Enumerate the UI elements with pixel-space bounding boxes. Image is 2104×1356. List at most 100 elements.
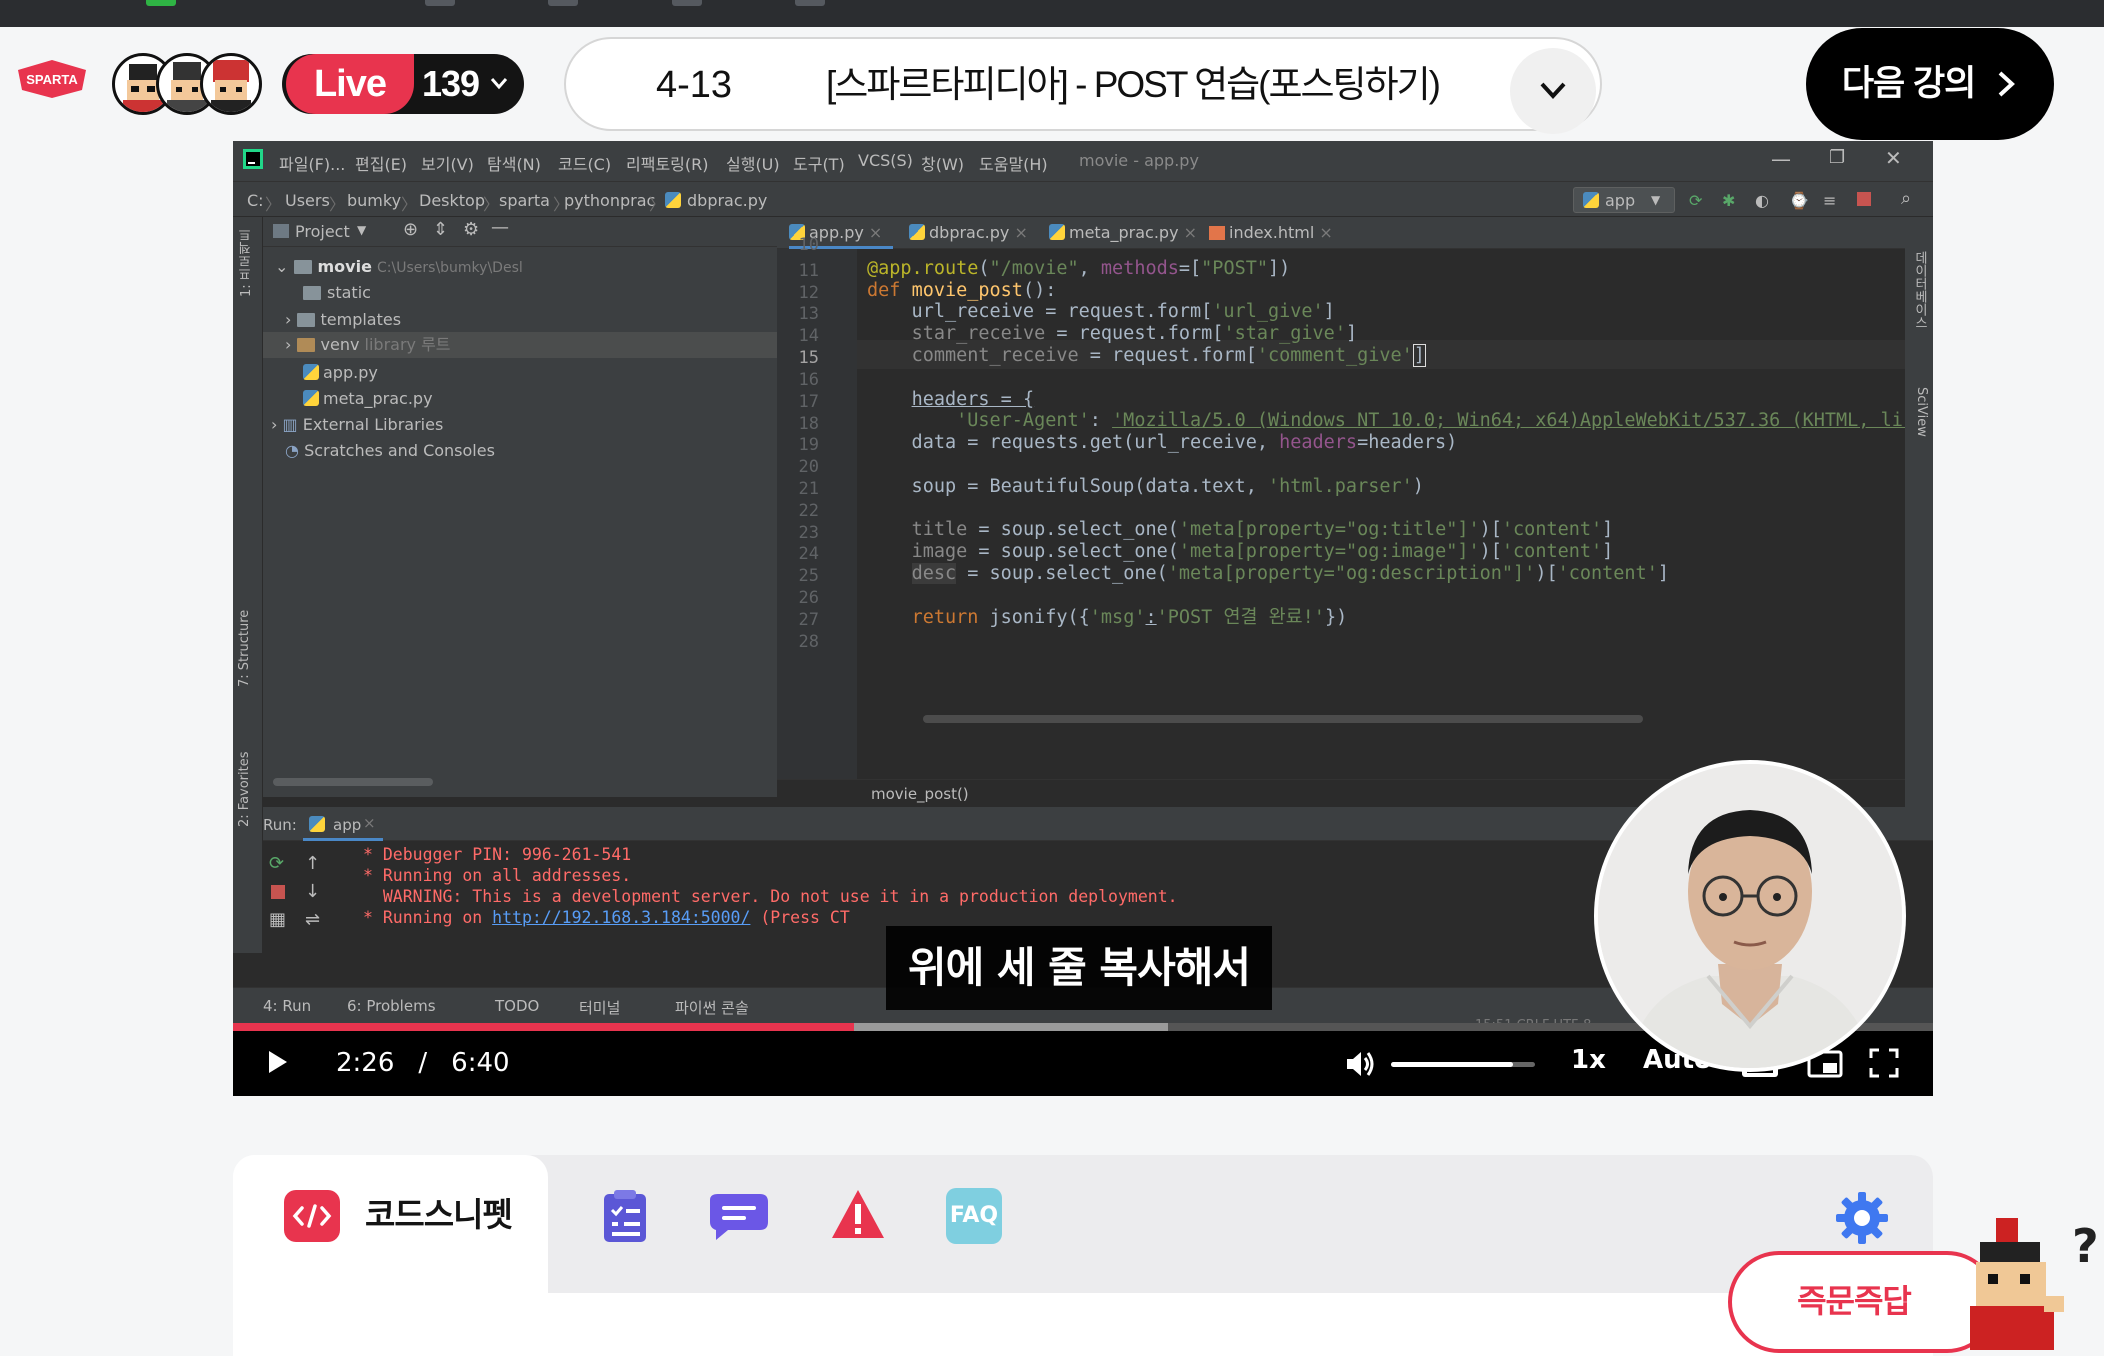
menu-run[interactable]: 실행(U) xyxy=(726,151,780,175)
tree-item-scratches[interactable]: ◔ Scratches and Consoles xyxy=(285,441,495,460)
top-indicator xyxy=(425,0,455,6)
wrap-icon[interactable]: ⇌ xyxy=(305,905,320,934)
gear-icon[interactable] xyxy=(1834,1190,1890,1246)
stop-icon[interactable] xyxy=(271,885,285,899)
menu-refactor[interactable]: 리팩토링(R) xyxy=(626,151,708,175)
tree-item-movie[interactable]: ⌄ movie C:\Users\bumky\Desl xyxy=(275,257,523,276)
menu-window[interactable]: 창(W) xyxy=(921,151,964,175)
minimize-icon[interactable]: — xyxy=(1771,147,1791,171)
menu-tools[interactable]: 도구(T) xyxy=(793,151,845,175)
menu-help[interactable]: 도움말(H) xyxy=(979,151,1048,175)
rerun-icon[interactable]: ⟳ xyxy=(1689,191,1702,210)
caret-down-icon[interactable]: ▼ xyxy=(357,223,366,237)
tree-item-venv[interactable]: › venv library 루트 xyxy=(263,332,777,358)
horizontal-scrollbar[interactable] xyxy=(273,778,433,786)
project-view-label[interactable]: Project xyxy=(295,222,350,241)
function-breadcrumb[interactable]: movie_post() xyxy=(871,785,969,803)
restore-icon[interactable]: ❐ xyxy=(1829,147,1845,168)
tree-item-templates[interactable]: › templates xyxy=(285,310,401,329)
folder-icon xyxy=(303,286,321,300)
next-lecture-button[interactable]: 다음 강의 xyxy=(1806,28,2054,140)
code-line: desc = soup.select_one('meta[property="o… xyxy=(911,563,1669,584)
tab-index-html[interactable]: index.html × xyxy=(1209,217,1333,249)
warning-icon[interactable] xyxy=(830,1188,886,1240)
coverage-icon[interactable]: ◐ xyxy=(1755,191,1769,210)
lecture-dropdown-button[interactable] xyxy=(1510,48,1596,134)
server-link[interactable]: http://192.168.3.184:5000/ xyxy=(492,908,750,927)
status-tab-python-console[interactable]: 파이썬 콘솔 xyxy=(675,997,749,1018)
path-segment[interactable]: sparta xyxy=(499,191,550,210)
database-tool-tab[interactable]: 데이터베이스 xyxy=(1909,251,1929,371)
tree-item-external-libraries[interactable]: › ▥ External Libraries xyxy=(271,415,443,434)
hide-icon[interactable]: — xyxy=(491,217,509,238)
tree-item-app-py[interactable]: app.py xyxy=(303,363,378,382)
html-file-icon xyxy=(1209,226,1225,240)
volume-slider[interactable] xyxy=(1391,1062,1535,1067)
close-tab-icon[interactable]: × xyxy=(1184,223,1197,242)
menu-edit[interactable]: 편집(E) xyxy=(355,151,407,175)
sciview-tool-tab[interactable]: SciView xyxy=(1909,387,1929,467)
status-tab-terminal[interactable]: 터미널 xyxy=(579,997,620,1018)
tree-label: static xyxy=(327,283,371,302)
fullscreen-icon[interactable] xyxy=(1869,1048,1899,1082)
play-icon[interactable] xyxy=(267,1049,289,1079)
close-icon[interactable]: ✕ xyxy=(1885,146,1902,170)
svg-text:SPARTA: SPARTA xyxy=(26,72,78,87)
build-icon[interactable]: ≡ xyxy=(1823,191,1836,210)
tab-meta-prac[interactable]: meta_prac.py × xyxy=(1049,217,1197,249)
chevron-down-icon[interactable] xyxy=(488,72,510,94)
search-icon[interactable]: ⌕ xyxy=(1901,188,1911,209)
tree-path: C:\Users\bumky\Desl xyxy=(377,260,523,276)
tab-label: dbprac.py xyxy=(929,223,1010,242)
stop-icon[interactable] xyxy=(1857,192,1871,206)
profile-icon[interactable]: ⌚ xyxy=(1789,191,1809,210)
chat-icon[interactable] xyxy=(706,1192,772,1244)
duration: 6:40 xyxy=(451,1048,510,1078)
menu-code[interactable]: 코드(C) xyxy=(558,151,611,175)
sparta-logo[interactable]: SPARTA xyxy=(12,56,92,102)
structure-tool-tab[interactable]: 7: Structure xyxy=(237,597,259,687)
menu-navigate[interactable]: 탐색(N) xyxy=(487,151,541,175)
notes-icon[interactable] xyxy=(602,1190,648,1244)
close-tab-icon[interactable]: × xyxy=(869,223,882,242)
layout-icon[interactable]: ▦ xyxy=(269,905,286,934)
tree-label: templates xyxy=(320,310,402,329)
locate-icon[interactable]: ⊕ xyxy=(403,219,418,240)
collapse-icon[interactable]: ⇕ xyxy=(433,219,448,240)
path-segment[interactable]: Desktop xyxy=(419,191,485,210)
menu-vcs[interactable]: VCS(S) xyxy=(858,151,913,170)
project-tool-tab[interactable]: 1: 프로젝트 xyxy=(237,227,259,297)
folder-icon xyxy=(296,313,315,327)
gear-icon[interactable]: ⚙ xyxy=(463,219,479,240)
played-bar xyxy=(233,1023,854,1031)
status-tab-problems[interactable]: 6: Problems xyxy=(347,997,436,1015)
path-segment[interactable]: C: xyxy=(247,191,264,210)
close-tab-icon[interactable]: × xyxy=(1319,223,1332,242)
menu-view[interactable]: 보기(V) xyxy=(421,151,474,175)
tree-item-meta-prac[interactable]: meta_prac.py xyxy=(303,389,433,408)
code-editor[interactable]: @app.route("/movie", methods=["POST"]) d… xyxy=(857,249,1933,779)
playback-speed[interactable]: 1x xyxy=(1571,1045,1606,1075)
path-segment[interactable]: Users xyxy=(285,191,330,210)
path-segment[interactable]: dbprac.py xyxy=(687,191,767,210)
path-segment[interactable]: bumky xyxy=(347,191,401,210)
volume-icon[interactable] xyxy=(1345,1049,1377,1083)
arrow-down-icon[interactable]: ↓ xyxy=(305,877,320,906)
tree-item-static[interactable]: static xyxy=(303,283,371,302)
instant-qa-label: 즉문즉답 xyxy=(1797,1282,1912,1320)
status-tab-run[interactable]: 4: Run xyxy=(263,997,311,1015)
favorites-tool-tab[interactable]: 2: Favorites xyxy=(237,737,259,827)
run-config-label: app xyxy=(1605,191,1636,210)
faq-icon[interactable]: FAQ xyxy=(946,1188,1002,1244)
path-segment[interactable]: pythonprac xyxy=(564,191,655,210)
debug-icon[interactable]: ✱ xyxy=(1722,191,1735,210)
tab-dbprac[interactable]: dbprac.py × xyxy=(909,217,1028,249)
status-tab-todo[interactable]: TODO xyxy=(495,997,539,1015)
menu-file[interactable]: 파일(F)... xyxy=(279,151,345,175)
line-number: 20 xyxy=(798,457,819,477)
close-tab-icon[interactable]: × xyxy=(363,814,376,832)
rerun-icon[interactable]: ⟳ xyxy=(269,849,284,878)
horizontal-scrollbar[interactable] xyxy=(923,715,1643,723)
arrow-up-icon[interactable]: ↑ xyxy=(305,849,320,878)
close-tab-icon[interactable]: × xyxy=(1014,223,1027,242)
